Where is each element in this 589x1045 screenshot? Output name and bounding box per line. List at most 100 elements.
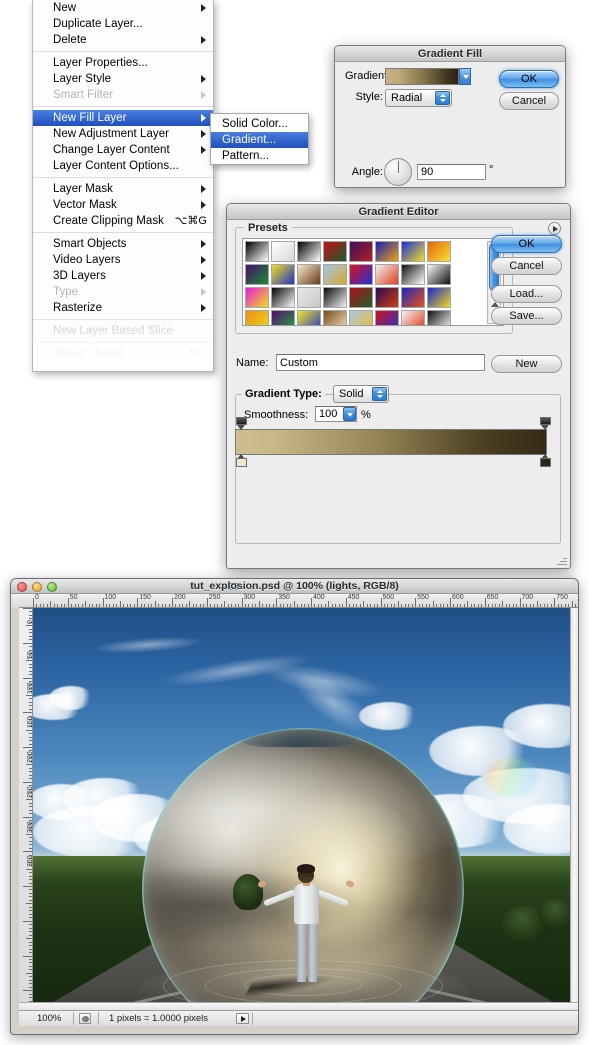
smoothness-combo[interactable]: 100: [315, 406, 357, 422]
gradient-preset-swatch[interactable]: [375, 264, 399, 285]
gradient-fill-dialog[interactable]: Gradient Fill Gradient: Style: Radial An…: [334, 45, 566, 188]
photoshop-document-window[interactable]: tut_explosion.psd @ 100% (lights, RGB/8)…: [10, 578, 579, 1035]
gradient-preset-swatch[interactable]: [401, 264, 425, 285]
ruler-label: 300: [243, 594, 256, 601]
presets-grid[interactable]: [245, 241, 478, 325]
menu-separator: [33, 106, 213, 107]
menu-item-vector-mask[interactable]: Vector Mask: [33, 197, 213, 213]
gradient-fill-ok-button[interactable]: OK: [499, 70, 559, 88]
gradient-preset-swatch[interactable]: [349, 310, 373, 325]
gradient-preset-swatch[interactable]: [349, 287, 373, 308]
new-fill-layer-submenu[interactable]: Solid Color... Gradient... Pattern...: [210, 113, 309, 165]
gradient-preset-swatch[interactable]: [349, 264, 373, 285]
gradient-picker-chevron-icon[interactable]: [459, 68, 471, 85]
menu-item-3d-layers[interactable]: 3D Layers: [33, 268, 213, 284]
color-stop-right[interactable]: [540, 454, 551, 467]
menu-item-layer-mask[interactable]: Layer Mask: [33, 181, 213, 197]
new-preset-button[interactable]: New: [491, 355, 562, 373]
menu-item-rasterize[interactable]: Rasterize: [33, 300, 213, 316]
gradient-editor-ok-button[interactable]: OK: [491, 235, 562, 253]
vertical-ruler[interactable]: 050100150200250300350: [19, 608, 33, 1008]
gradient-strip[interactable]: [235, 429, 547, 455]
ruler-tick: [29, 882, 32, 884]
gradient-preset-swatch[interactable]: [323, 310, 347, 325]
gradient-type-select[interactable]: Solid: [333, 385, 389, 403]
gradient-preset-swatch[interactable]: [323, 287, 347, 308]
gradient-preset-swatch[interactable]: [427, 310, 451, 325]
gradient-preset-swatch[interactable]: [401, 241, 425, 262]
gradient-preset-swatch[interactable]: [427, 241, 451, 262]
document-statusbar[interactable]: 100% 1 pixels = 1.0000 pixels: [19, 1010, 578, 1026]
ruler-tick: [158, 604, 160, 607]
opacity-stop-right[interactable]: [540, 417, 551, 430]
gradient-preset-swatch[interactable]: [323, 241, 347, 262]
gradient-preset-swatch[interactable]: [245, 241, 269, 262]
statusbar-popup-arrow-icon[interactable]: [236, 1013, 249, 1024]
menu-item-new-fill-layer[interactable]: New Fill Layer: [33, 110, 213, 126]
gradient-preset-swatch[interactable]: [245, 264, 269, 285]
menu-item-video-layers[interactable]: Video Layers: [33, 252, 213, 268]
gradient-name-input[interactable]: Custom: [276, 354, 485, 371]
menu-item-layer-content-options[interactable]: Layer Content Options...: [33, 158, 213, 174]
menu-item-layer-style[interactable]: Layer Style: [33, 71, 213, 87]
gradient-editor-cancel-button[interactable]: Cancel: [491, 257, 562, 275]
presets-well[interactable]: [242, 238, 504, 326]
gradient-preset-swatch[interactable]: [271, 287, 295, 308]
ruler-label: 750: [556, 594, 568, 601]
ruler-tick: [29, 913, 32, 915]
menu-item-create-clipping-mask[interactable]: Create Clipping Mask ⌥⌘G: [33, 213, 213, 229]
gradient-preset-swatch[interactable]: [349, 241, 373, 262]
chevron-down-icon[interactable]: [343, 407, 356, 421]
menu-item-smart-objects[interactable]: Smart Objects: [33, 236, 213, 252]
angle-dial[interactable]: [384, 158, 412, 186]
style-select[interactable]: Radial: [385, 89, 452, 107]
gradient-preset-swatch[interactable]: [323, 264, 347, 285]
gradient-preset-swatch[interactable]: [271, 264, 295, 285]
submenu-item-gradient[interactable]: Gradient...: [211, 132, 308, 148]
submenu-item-pattern[interactable]: Pattern...: [211, 148, 308, 164]
gradient-preset-swatch[interactable]: [271, 310, 295, 325]
menu-item-duplicate-layer[interactable]: Duplicate Layer...: [33, 16, 213, 32]
zoom-level[interactable]: 100%: [37, 1011, 61, 1026]
document-titlebar[interactable]: tut_explosion.psd @ 100% (lights, RGB/8): [11, 579, 578, 594]
submenu-item-solid-color[interactable]: Solid Color...: [211, 116, 308, 132]
gradient-preset-swatch[interactable]: [297, 241, 321, 262]
gradient-fill-cancel-button[interactable]: Cancel: [499, 92, 559, 110]
angle-input[interactable]: 90: [417, 164, 486, 180]
canvas-vertical-scrollbar[interactable]: [570, 608, 578, 1008]
gradient-preset-swatch[interactable]: [401, 310, 425, 325]
gradient-preset-swatch[interactable]: [297, 264, 321, 285]
menu-item-delete[interactable]: Delete: [33, 32, 213, 48]
horizontal-ruler[interactable]: 0 50 100 150 200 250 300 350 400 450 500 550 600 650 7…: [19, 594, 578, 608]
document-icon[interactable]: [79, 1013, 91, 1024]
gradient-editor-save-button[interactable]: Save...: [491, 307, 562, 325]
menu-item-change-layer-content[interactable]: Change Layer Content: [33, 142, 213, 158]
color-stop-left[interactable]: [236, 454, 247, 467]
gradient-editor-dialog[interactable]: Gradient Editor Presets OK Cancel Load..…: [226, 203, 571, 569]
gradient-editor-load-button[interactable]: Load...: [491, 285, 562, 303]
gradient-preset-swatch[interactable]: [271, 241, 295, 262]
gradient-preset-swatch[interactable]: [401, 287, 425, 308]
gradient-preset-swatch[interactable]: [375, 287, 399, 308]
gradient-preset-swatch[interactable]: [245, 287, 269, 308]
menu-item-layer-properties[interactable]: Layer Properties...: [33, 55, 213, 71]
gradient-preset-swatch[interactable]: [427, 264, 451, 285]
layer-menu[interactable]: New Duplicate Layer... Delete Layer Propert…: [32, 0, 214, 372]
gradient-preset-swatch[interactable]: [297, 287, 321, 308]
ruler-tick: [185, 604, 187, 607]
ruler-tick: [342, 604, 344, 607]
gradient-preset-swatch[interactable]: [375, 310, 399, 325]
canvas-horizontal-scrollbar[interactable]: [19, 1002, 578, 1010]
gradient-preset-swatch[interactable]: [427, 287, 451, 308]
document-canvas[interactable]: [33, 608, 573, 1008]
gradient-preset-swatch[interactable]: [297, 310, 321, 325]
gradient-preset-swatch[interactable]: [245, 310, 269, 325]
presets-options-disclosure-icon[interactable]: [548, 222, 561, 235]
ruler-tick: [231, 604, 233, 607]
menu-item-new[interactable]: New: [33, 0, 213, 16]
gradient-preset-swatch[interactable]: [375, 241, 399, 262]
resize-handle[interactable]: [556, 555, 567, 566]
opacity-stop-left[interactable]: [236, 417, 247, 430]
menu-item-new-adjustment-layer[interactable]: New Adjustment Layer: [33, 126, 213, 142]
gradient-preview-swatch[interactable]: [385, 68, 459, 85]
